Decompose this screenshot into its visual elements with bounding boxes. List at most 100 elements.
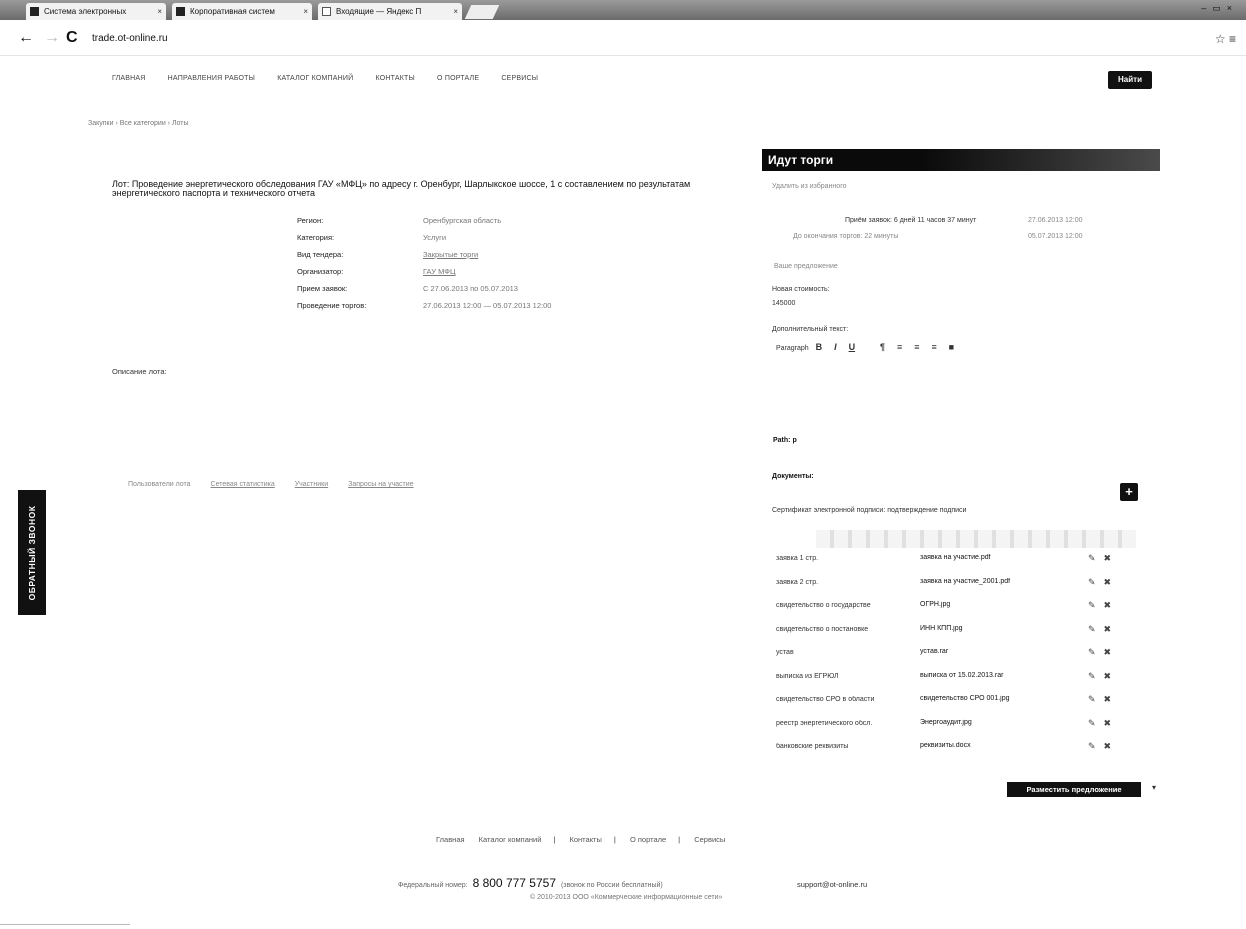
favicon-icon <box>322 7 331 16</box>
trade-date: 05.07.2013 12:00 <box>1028 233 1083 240</box>
table-row: выписка из ЕГРЮЛ выписка от 15.02.2013.ra… <box>776 670 1112 681</box>
window-controls[interactable]: –▭× <box>1201 3 1238 14</box>
delete-icon[interactable]: ✖ <box>1104 741 1112 751</box>
trade-countdown: До окончания торгов: 22 минуты <box>793 233 899 240</box>
link-network-stats[interactable]: Сетевая статистика <box>211 481 275 488</box>
edit-icon[interactable]: ✎ <box>1088 671 1096 681</box>
remove-favorite-link[interactable]: Удалить из избранного <box>772 183 847 190</box>
footer-link-services[interactable]: Сервисы <box>694 835 725 844</box>
new-price-input[interactable]: 145000 <box>772 300 795 307</box>
table-row: свидетельство СРО в области свидетельство… <box>776 694 1112 704</box>
edit-icon[interactable]: ✎ <box>1088 624 1096 634</box>
link-requests[interactable]: Запросы на участие <box>348 481 413 488</box>
footer-email[interactable]: support@ot-online.ru <box>797 880 867 889</box>
site-nav: Главная Направления работы Каталог компа… <box>112 75 558 82</box>
submit-offer-button[interactable]: Разместить предложение <box>1007 782 1141 797</box>
footer-phone: Федеральный номер: 8 800 777 5757 (звоно… <box>398 876 663 890</box>
delete-icon[interactable]: ✖ <box>1104 600 1112 610</box>
table-row: устав устав.rar ✎ ✖ <box>776 647 1112 657</box>
edit-icon[interactable]: ✎ <box>1088 647 1096 657</box>
bold-icon[interactable]: B <box>816 342 823 352</box>
nav-item-about[interactable]: О портале <box>437 75 479 82</box>
delete-icon[interactable]: ✖ <box>1104 694 1112 704</box>
add-document-button[interactable]: + <box>1120 483 1138 501</box>
close-tab-icon[interactable]: × <box>453 3 458 20</box>
underline-icon[interactable]: U <box>849 342 856 352</box>
footer-copyright: © 2010-2013 ООО «Коммерческие информацио… <box>530 894 723 901</box>
edit-icon[interactable]: ✎ <box>1088 577 1096 587</box>
table-row: реестр энергетического обсл. Энергоаудит.… <box>776 717 1112 728</box>
table-row: свидетельство о государстве ОГРН.jpg ✎ ✖ <box>776 600 1112 610</box>
delete-icon[interactable]: ✖ <box>1104 671 1112 681</box>
link-participants[interactable]: Участники <box>295 481 328 488</box>
nav-item-home[interactable]: Главная <box>112 75 146 82</box>
extra-text-label: Дополнительный текст: <box>772 326 849 333</box>
edit-icon[interactable]: ✎ <box>1088 718 1096 728</box>
nav-item-services[interactable]: Сервисы <box>501 75 538 82</box>
edit-icon[interactable]: ✎ <box>1088 553 1096 563</box>
bookmark-star-icon[interactable]: ☆ ≡ <box>1215 32 1236 46</box>
italic-icon[interactable]: I <box>834 342 837 352</box>
url-field[interactable]: trade.ot-online.ru <box>92 33 168 44</box>
edit-icon[interactable]: ✎ <box>1088 600 1096 610</box>
format-icon[interactable]: ¶ <box>880 342 885 352</box>
browser-tab-2[interactable]: Корпоративная систем × <box>172 3 312 20</box>
forward-arrow-icon[interactable]: → <box>44 30 60 46</box>
footer-link-catalog[interactable]: Каталог компаний <box>479 835 542 844</box>
browser-tab-1[interactable]: Система электронных × <box>26 3 166 20</box>
edit-icon[interactable]: ✎ <box>1088 694 1096 704</box>
lot-links: Пользователи лота Сетевая статистика Уча… <box>128 481 432 488</box>
table-row: свидетельство о постановке ИНН КПП.jpg ✎ ✖ <box>776 623 1112 634</box>
address-bar: ← → C trade.ot-online.ru ☆ ≡ <box>0 20 1246 56</box>
find-button[interactable]: Найти <box>1108 71 1152 89</box>
accept-countdown: Приём заявок: 6 дней 11 часов 37 минут <box>845 217 977 224</box>
align-justify-icon[interactable]: ■ <box>949 342 954 352</box>
footer-nav: Главная Каталог компаний | Контакты | О по… <box>436 835 726 844</box>
new-tab-button[interactable] <box>464 5 500 19</box>
back-arrow-icon[interactable]: ← <box>18 30 34 46</box>
callback-tab[interactable]: ОБРАТНЫЙ ЗВОНОК <box>18 490 46 615</box>
editor-toolbar: Paragraph B I U ¶ ≡ ≡ ≡ ■ <box>776 342 959 352</box>
delete-icon[interactable]: ✖ <box>1104 647 1112 657</box>
delete-icon[interactable]: ✖ <box>1104 553 1112 563</box>
table-row: заявка 2 стр. заявка на участие_2001.pdf ✎… <box>776 576 1112 587</box>
edit-icon[interactable]: ✎ <box>1088 741 1096 751</box>
lot-title: Лот: Проведение энергетического обследов… <box>112 179 691 198</box>
footer-link-about[interactable]: О портале <box>630 835 666 844</box>
delete-icon[interactable]: ✖ <box>1104 577 1112 587</box>
breadcrumb[interactable]: Закупки › Все категории › Лоты <box>88 120 189 127</box>
delete-icon[interactable]: ✖ <box>1104 624 1112 634</box>
link-lot-users[interactable]: Пользователи лота <box>128 481 191 488</box>
align-left-icon[interactable]: ≡ <box>897 342 902 352</box>
lot-description-label: Описание лота: <box>112 367 167 376</box>
document-upload-field[interactable] <box>816 530 1136 548</box>
favicon-icon <box>176 7 185 16</box>
new-price-label: Новая стоимость: <box>772 286 830 293</box>
chevron-down-icon[interactable]: ▾ <box>1152 783 1156 792</box>
close-tab-icon[interactable]: × <box>303 3 308 20</box>
documents-hint: Сертификат электронной подписи: подтверж… <box>772 507 967 514</box>
favicon-icon <box>30 7 39 16</box>
nav-item-contacts[interactable]: Контакты <box>376 75 415 82</box>
editor-path: Path: p <box>773 437 797 444</box>
footer-link-home[interactable]: Главная <box>436 835 465 844</box>
delete-icon[interactable]: ✖ <box>1104 718 1112 728</box>
close-tab-icon[interactable]: × <box>157 3 162 20</box>
footer-link-contacts[interactable]: Контакты <box>569 835 601 844</box>
documents-label: Документы: <box>772 473 814 480</box>
trade-panel-header: Идут торги <box>762 149 1160 171</box>
documents-table: заявка 1 стр. заявка на участие.pdf ✎ ✖ зая… <box>776 551 1126 763</box>
align-center-icon[interactable]: ≡ <box>914 342 919 352</box>
table-row: банковские реквизиты реквизиты.docx ✎ ✖ <box>776 741 1112 751</box>
nav-item-catalog[interactable]: Каталог компаний <box>277 75 353 82</box>
accept-date: 27.06.2013 12:00 <box>1028 217 1083 224</box>
browser-tab-3[interactable]: Входящие — Яндекс П × <box>318 3 462 20</box>
divider <box>0 924 130 925</box>
table-row: заявка 1 стр. заявка на участие.pdf ✎ ✖ <box>776 553 1112 563</box>
align-right-icon[interactable]: ≡ <box>931 342 936 352</box>
your-offer-label: Ваше предложение <box>774 263 838 270</box>
paragraph-select[interactable]: Paragraph <box>776 345 809 352</box>
browser-tab-bar: Система электронных × Корпоративная сист… <box>0 0 1246 20</box>
reload-icon[interactable]: C <box>66 30 78 46</box>
nav-item-directions[interactable]: Направления работы <box>168 75 255 82</box>
